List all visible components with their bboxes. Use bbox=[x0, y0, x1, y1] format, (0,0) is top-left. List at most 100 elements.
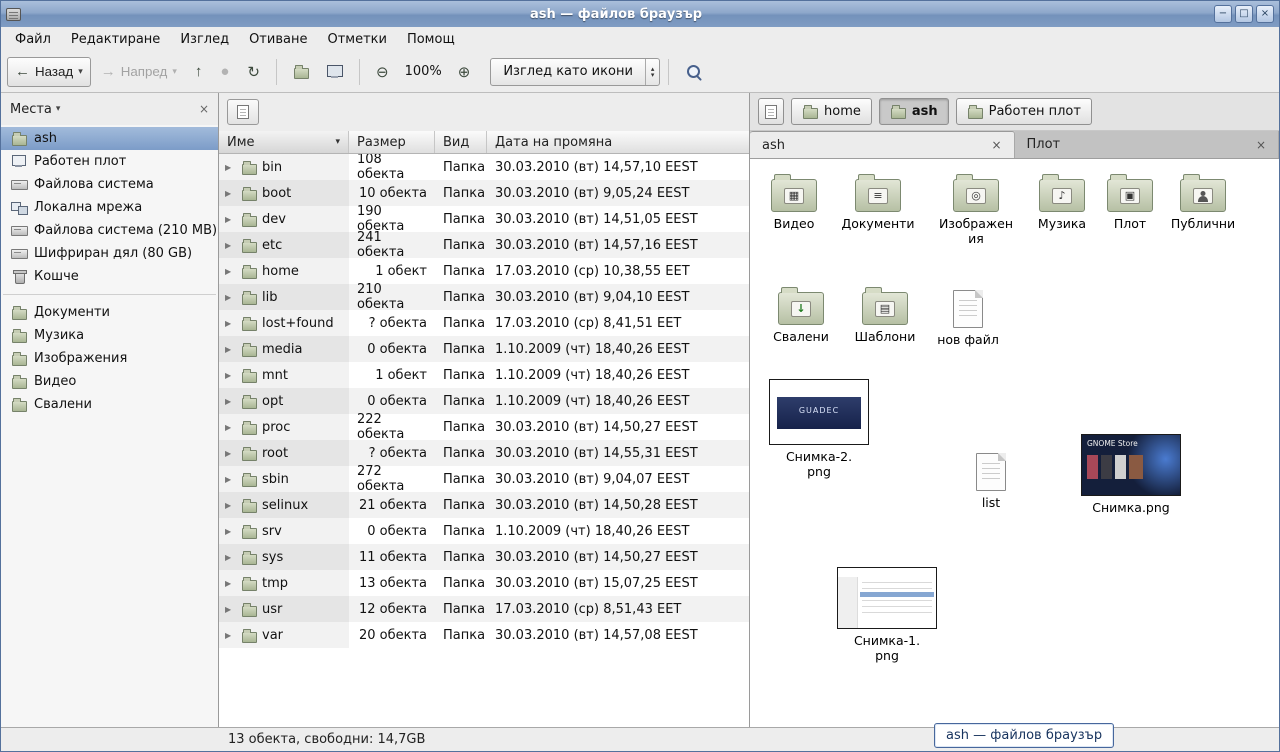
tree-row[interactable]: ▶ root ? обекта Папка 30.03.2010 (вт) 14… bbox=[219, 440, 749, 466]
sidebar-item[interactable]: Локална мрежа bbox=[1, 196, 218, 219]
tree-row[interactable]: ▶ lib 210 обекта Папка 30.03.2010 (вт) 9… bbox=[219, 284, 749, 310]
expander-icon[interactable]: ▶ bbox=[225, 553, 236, 562]
tree-row[interactable]: ▶ mnt 1 обект Папка 1.10.2009 (чт) 18,40… bbox=[219, 362, 749, 388]
pathbar-button-ash[interactable]: ash bbox=[879, 98, 949, 125]
close-button[interactable]: × bbox=[1256, 5, 1274, 23]
tree-row[interactable]: ▶ bin 108 обекта Папка 30.03.2010 (вт) 1… bbox=[219, 154, 749, 180]
expander-icon[interactable]: ▶ bbox=[225, 319, 236, 328]
tree-row[interactable]: ▶ media 0 обекта Папка 1.10.2009 (чт) 18… bbox=[219, 336, 749, 362]
tab-plot[interactable]: Плот × bbox=[1015, 131, 1280, 158]
back-button[interactable]: ← Назад ▾ bbox=[7, 57, 91, 87]
forward-button[interactable]: → Напред ▾ bbox=[93, 57, 185, 87]
menu-item[interactable]: Файл bbox=[5, 29, 61, 50]
icon-desktop-folder[interactable]: Плот bbox=[1090, 171, 1170, 231]
sidebar-item[interactable]: Изображения bbox=[1, 347, 218, 370]
menu-item[interactable]: Изглед bbox=[170, 29, 239, 50]
sidebar-item[interactable]: Шифриран дял (80 GB) bbox=[1, 242, 218, 265]
expander-icon[interactable]: ▶ bbox=[225, 631, 236, 640]
tree-row[interactable]: ▶ usr 12 обекта Папка 17.03.2010 (ср) 8,… bbox=[219, 596, 749, 622]
tree-row[interactable]: ▶ tmp 13 обекта Папка 30.03.2010 (вт) 15… bbox=[219, 570, 749, 596]
sidebar-item[interactable]: Свалени bbox=[1, 393, 218, 416]
tree-row[interactable]: ▶ var 20 обекта Папка 30.03.2010 (вт) 14… bbox=[219, 622, 749, 648]
icon-templates-folder[interactable]: Шаблони bbox=[845, 284, 925, 344]
maximize-button[interactable]: □ bbox=[1235, 5, 1253, 23]
icon-public-folder[interactable]: Публични bbox=[1163, 171, 1243, 231]
column-header-type[interactable]: Вид bbox=[435, 131, 487, 153]
home-button[interactable] bbox=[285, 57, 317, 87]
location-toggle-button[interactable] bbox=[227, 99, 259, 125]
file-type: Папка bbox=[435, 206, 487, 232]
expander-icon[interactable]: ▶ bbox=[225, 241, 236, 250]
tree-row[interactable]: ▶ sys 11 обекта Папка 30.03.2010 (вт) 14… bbox=[219, 544, 749, 570]
expander-icon[interactable]: ▶ bbox=[225, 579, 236, 588]
tree-row[interactable]: ▶ lost+found ? обекта Папка 17.03.2010 (… bbox=[219, 310, 749, 336]
sidebar-item[interactable]: Файлова система bbox=[1, 173, 218, 196]
expander-icon[interactable]: ▶ bbox=[225, 527, 236, 536]
folder-icon bbox=[241, 368, 257, 383]
icon-images-folder[interactable]: Изображения bbox=[936, 171, 1016, 246]
expander-icon[interactable]: ▶ bbox=[225, 605, 236, 614]
image-snimka[interactable]: GNOME Store Снимка.png bbox=[1079, 434, 1183, 515]
tab-close-icon[interactable]: × bbox=[1256, 138, 1266, 152]
expander-icon[interactable]: ▶ bbox=[225, 215, 236, 224]
expander-icon[interactable]: ▶ bbox=[225, 371, 236, 380]
tree-row[interactable]: ▶ home 1 обект Папка 17.03.2010 (ср) 10,… bbox=[219, 258, 749, 284]
menu-item[interactable]: Редактиране bbox=[61, 29, 170, 50]
tree-row[interactable]: ▶ srv 0 обекта Папка 1.10.2009 (чт) 18,4… bbox=[219, 518, 749, 544]
tree-row[interactable]: ▶ dev 190 обекта Папка 30.03.2010 (вт) 1… bbox=[219, 206, 749, 232]
sidebar-item[interactable]: Видео bbox=[1, 370, 218, 393]
icon-video-folder[interactable]: Видео bbox=[754, 171, 834, 231]
zoom-out-button[interactable]: ⊖ bbox=[368, 57, 397, 87]
file-list[interactable]: list bbox=[949, 447, 1033, 510]
file-name: bin bbox=[262, 160, 282, 175]
minimize-button[interactable]: − bbox=[1214, 5, 1232, 23]
tab-ash[interactable]: ash × bbox=[750, 131, 1015, 158]
pathbar-button-home[interactable]: home bbox=[791, 98, 872, 125]
tree-row[interactable]: ▶ selinux 21 обекта Папка 30.03.2010 (вт… bbox=[219, 492, 749, 518]
tree-row[interactable]: ▶ sbin 272 обекта Папка 30.03.2010 (вт) … bbox=[219, 466, 749, 492]
image-snimka-2[interactable]: GUADEC Снимка-2.png bbox=[784, 379, 854, 479]
sidebar-item[interactable]: Кошче bbox=[1, 265, 218, 288]
sidebar-close-icon[interactable]: × bbox=[199, 102, 209, 116]
expander-icon[interactable]: ▶ bbox=[225, 475, 236, 484]
expander-icon[interactable]: ▶ bbox=[225, 345, 236, 354]
computer-button[interactable] bbox=[319, 57, 351, 87]
stop-button[interactable]: ● bbox=[212, 57, 237, 87]
tree-row[interactable]: ▶ proc 222 обекта Папка 30.03.2010 (вт) … bbox=[219, 414, 749, 440]
menu-item[interactable]: Отметки bbox=[317, 29, 396, 50]
sidebar-item[interactable]: ash bbox=[1, 127, 218, 150]
tree-row[interactable]: ▶ boot 10 обекта Папка 30.03.2010 (вт) 9… bbox=[219, 180, 749, 206]
expander-icon[interactable]: ▶ bbox=[225, 423, 236, 432]
tree-row[interactable]: ▶ opt 0 обекта Папка 1.10.2009 (чт) 18,4… bbox=[219, 388, 749, 414]
column-header-size[interactable]: Размер bbox=[349, 131, 435, 153]
expander-icon[interactable]: ▶ bbox=[225, 267, 236, 276]
reload-button[interactable]: ↻ bbox=[239, 57, 268, 87]
pathbar-button-desktop[interactable]: Работен плот bbox=[956, 98, 1092, 125]
sidebar-item[interactable]: Музика bbox=[1, 324, 218, 347]
tab-close-icon[interactable]: × bbox=[991, 138, 1001, 152]
menu-item[interactable]: Помощ bbox=[397, 29, 465, 50]
menu-item[interactable]: Отиване bbox=[239, 29, 317, 50]
tree-row[interactable]: ▶ etc 241 обекта Папка 30.03.2010 (вт) 1… bbox=[219, 232, 749, 258]
search-button[interactable] bbox=[677, 57, 711, 87]
column-header-date[interactable]: Дата на промяна bbox=[487, 131, 749, 153]
file-new-file[interactable]: нов файл bbox=[928, 284, 1008, 347]
view-mode-select[interactable]: Изглед като икони ▴▾ bbox=[490, 58, 660, 86]
icon-documents-folder[interactable]: Документи bbox=[838, 171, 918, 231]
icon-downloads-folder[interactable]: Свалени bbox=[761, 284, 841, 344]
expander-icon[interactable]: ▶ bbox=[225, 163, 236, 172]
expander-icon[interactable]: ▶ bbox=[225, 189, 236, 198]
expander-icon[interactable]: ▶ bbox=[225, 293, 236, 302]
column-header-name[interactable]: Име ▾ bbox=[219, 131, 349, 153]
location-edit-button[interactable] bbox=[758, 98, 784, 125]
sidebar-item[interactable]: Документи bbox=[1, 301, 218, 324]
sidebar-item[interactable]: Файлова система (210 MB) bbox=[1, 219, 218, 242]
zoom-in-button[interactable]: ⊕ bbox=[450, 57, 479, 87]
expander-icon[interactable]: ▶ bbox=[225, 397, 236, 406]
expander-icon[interactable]: ▶ bbox=[225, 449, 236, 458]
sidebar-item[interactable]: Работен плот bbox=[1, 150, 218, 173]
sidebar-header[interactable]: Места ▾ × bbox=[1, 93, 218, 125]
up-button[interactable]: ↑ bbox=[187, 57, 211, 87]
image-snimka-1[interactable]: Снимка-1.png bbox=[852, 567, 922, 663]
expander-icon[interactable]: ▶ bbox=[225, 501, 236, 510]
